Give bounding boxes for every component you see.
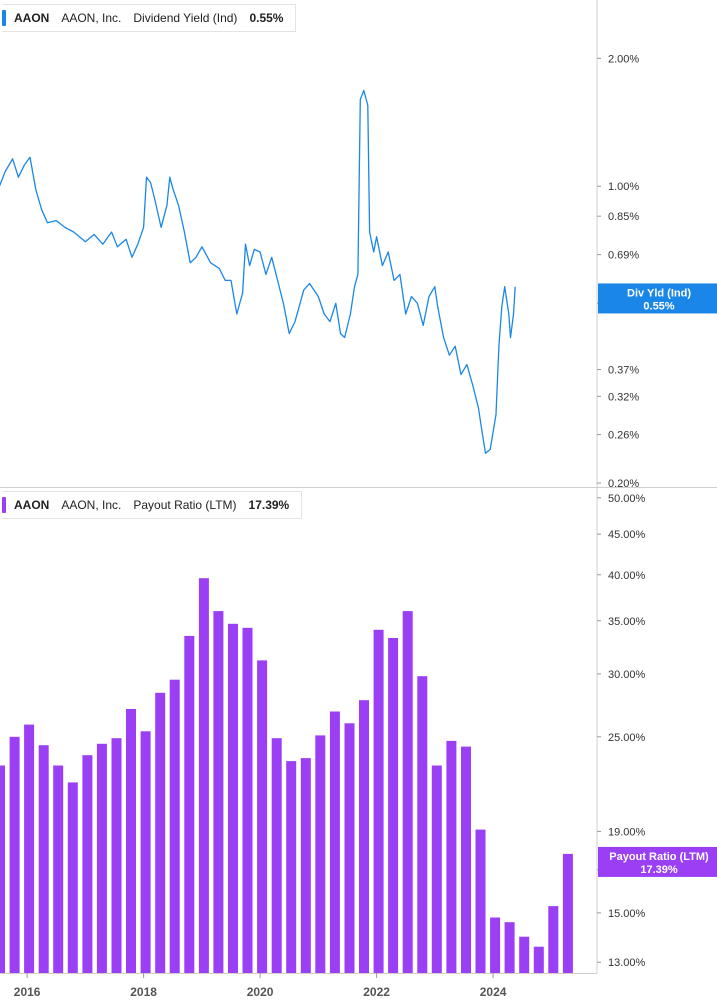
payout-bar [402, 611, 413, 973]
y-tick-label: 0.69% [608, 250, 639, 262]
dividend-yield-swatch [2, 10, 6, 26]
y-tick-label: 19.00% [608, 826, 646, 838]
dividend-yield-tag-value: 0.55% [643, 300, 674, 312]
payout-ratio-tag-value: 17.39% [640, 864, 678, 876]
payout-bar [111, 738, 122, 973]
payout-bar [169, 679, 180, 973]
x-tick-label: 2016 [14, 985, 41, 999]
payout-bar [140, 731, 151, 973]
payout-bar [38, 745, 49, 973]
payout-bar [24, 724, 35, 973]
legend-company: AAON, Inc. [61, 498, 122, 512]
legend-ticker: AAON [14, 11, 50, 25]
payout-bar [9, 736, 20, 973]
y-tick-label: 15.00% [608, 908, 646, 920]
payout-ratio-legend: AAON AAON, Inc. Payout Ratio (LTM) 17.39… [2, 491, 303, 519]
y-tick-label: 13.00% [608, 957, 646, 969]
y-tick-label: 35.00% [608, 616, 646, 628]
payout-bar [257, 660, 268, 973]
legend-value: 0.55% [249, 11, 284, 25]
payout-bar [155, 692, 166, 973]
y-tick-label: 0.32% [608, 391, 639, 403]
dividend-yield-legend: AAON AAON, Inc. Dividend Yield (Ind) 0.5… [2, 4, 297, 32]
payout-bar [184, 635, 195, 973]
payout-ratio-swatch [2, 497, 6, 513]
payout-bar [315, 735, 326, 973]
payout-bar [53, 765, 64, 973]
payout-bar [329, 711, 340, 973]
payout-bar [242, 627, 253, 973]
payout-bar [0, 765, 5, 973]
payout-bar [461, 746, 471, 973]
payout-bar [373, 629, 384, 973]
x-tick-label: 2020 [247, 985, 274, 999]
payout-bar [359, 700, 369, 973]
payout-bar [198, 578, 209, 973]
y-tick-label: 1.00% [608, 181, 639, 193]
dividend-yield-line [0, 89, 516, 454]
payout-bar [519, 936, 530, 973]
payout-bar [300, 758, 311, 973]
y-tick-label: 45.00% [608, 529, 646, 541]
y-tick-label: 30.00% [608, 669, 646, 681]
y-tick-label: 2.00% [608, 53, 639, 65]
payout-bar [126, 709, 136, 973]
x-tick-label: 2024 [480, 985, 507, 999]
legend-value: 17.39% [248, 498, 290, 512]
payout-bar [417, 676, 428, 973]
legend-metric: Payout Ratio (LTM) [133, 498, 237, 512]
payout-bar [96, 743, 107, 973]
y-tick-label: 50.00% [608, 493, 646, 505]
payout-bar [388, 638, 399, 973]
payout-bar [228, 623, 238, 973]
dividend-yield-tag-label: Div Yld (Ind) [627, 287, 691, 299]
y-tick-label: 0.26% [608, 430, 639, 442]
payout-bar [533, 946, 544, 973]
x-tick-label: 2018 [130, 985, 157, 999]
payout-bar [286, 761, 297, 973]
x-tick-label: 2022 [363, 985, 390, 999]
payout-ratio-tag-label: Payout Ratio (LTM) [609, 851, 709, 863]
payout-bar [562, 853, 573, 973]
payout-bar [344, 723, 355, 973]
payout-bar [213, 611, 224, 973]
payout-bar [67, 782, 78, 973]
y-tick-label: 0.37% [608, 365, 639, 377]
payout-bar [271, 738, 282, 973]
y-tick-label: 40.00% [608, 570, 646, 582]
legend-company: AAON, Inc. [61, 11, 122, 25]
legend-ticker: AAON [14, 498, 50, 512]
payout-bar [475, 829, 486, 973]
payout-bar [548, 906, 559, 973]
y-tick-label: 25.00% [608, 732, 646, 744]
y-tick-label: 0.85% [608, 211, 639, 223]
payout-bar [504, 922, 515, 973]
y-tick-label: 0.20% [608, 478, 639, 490]
payout-bar [82, 755, 93, 973]
payout-bar [446, 740, 457, 973]
payout-bar [490, 917, 501, 973]
legend-metric: Dividend Yield (Ind) [133, 11, 238, 25]
payout-bar [431, 765, 442, 973]
